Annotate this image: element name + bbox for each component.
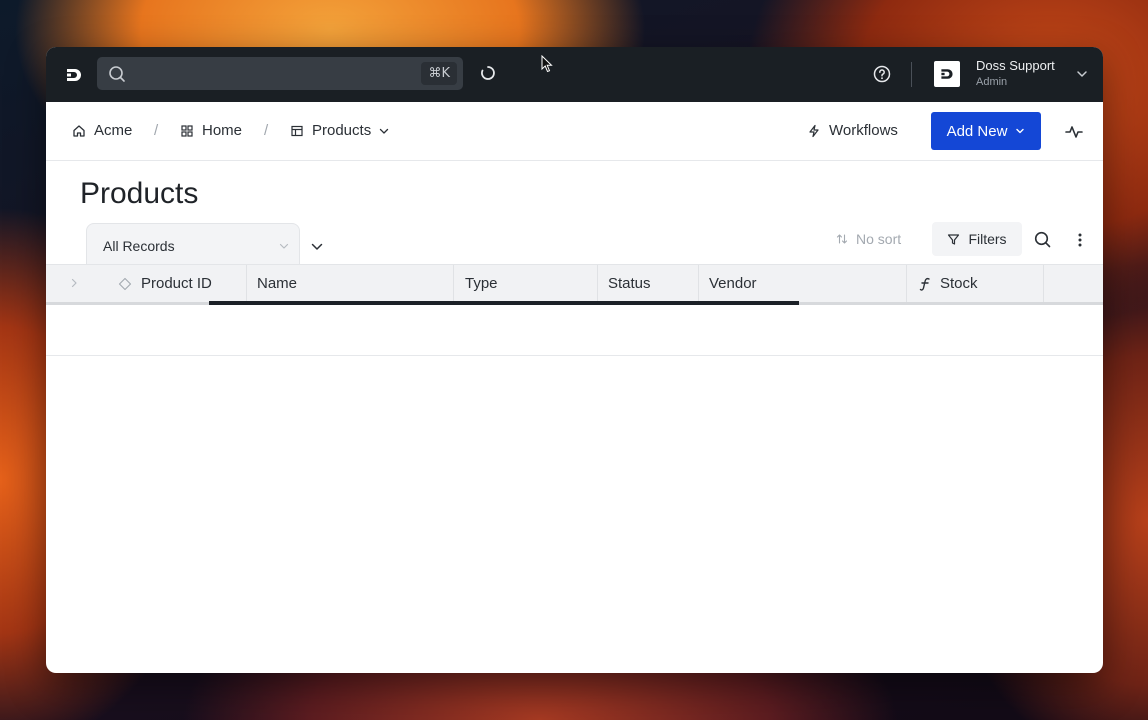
breadcrumb-separator: / (154, 122, 159, 139)
more-options-icon[interactable] (1077, 232, 1083, 248)
column-label: Vendor (709, 275, 757, 292)
column-label: Stock (940, 275, 978, 292)
workflows-button[interactable]: Workflows (807, 122, 898, 139)
column-header-stock[interactable]: Stock (919, 265, 978, 302)
column-label: Status (608, 275, 651, 292)
page-title: Products (80, 177, 199, 210)
chevron-down-icon (380, 128, 389, 134)
diamond-icon (118, 277, 132, 290)
chevron-down-icon (279, 243, 289, 249)
breadcrumb-item-products[interactable]: Products (290, 122, 389, 139)
help-icon[interactable] (873, 65, 891, 83)
activity-icon[interactable] (1065, 123, 1083, 141)
workflows-label: Workflows (829, 122, 898, 139)
breadcrumb-bar: Acme / Home / Products Workflows Add New (46, 102, 1103, 161)
table-row (46, 304, 1103, 356)
search-icon[interactable] (1034, 231, 1051, 248)
column-header-status[interactable]: Status (608, 265, 651, 302)
org-logo-icon (941, 69, 953, 79)
breadcrumb-label: Acme (94, 122, 133, 139)
sort-button[interactable]: No sort (836, 231, 901, 247)
filter-icon (948, 233, 960, 245)
column-divider[interactable] (597, 265, 598, 302)
global-search[interactable]: ⌘K (97, 57, 463, 90)
column-header-vendor[interactable]: Vendor (709, 265, 757, 302)
sort-label: No sort (856, 231, 902, 247)
column-header-name[interactable]: Name (257, 265, 297, 302)
view-selector-label: All Records (103, 238, 175, 254)
column-divider[interactable] (246, 265, 247, 302)
breadcrumb-label: Home (202, 122, 243, 139)
column-label: Name (257, 275, 298, 292)
search-icon (109, 66, 125, 82)
column-label: Product ID (141, 275, 212, 292)
breadcrumb-label: Products (312, 122, 372, 139)
chevron-right-icon[interactable] (69, 278, 79, 288)
chevron-down-icon (1016, 128, 1025, 134)
breadcrumb-item-home[interactable]: Home (180, 122, 242, 139)
column-header-product-id[interactable]: Product ID (118, 265, 212, 302)
breadcrumb-item-acme[interactable]: Acme (72, 122, 132, 139)
filters-button[interactable]: Filters (932, 222, 1022, 256)
chevron-down-icon[interactable] (310, 240, 324, 254)
column-header-type[interactable]: Type (465, 265, 498, 302)
search-shortcut-badge: ⌘K (421, 62, 457, 85)
avatar[interactable] (934, 61, 960, 87)
column-divider[interactable] (906, 265, 907, 302)
topbar-divider (911, 62, 912, 87)
grid-icon (181, 124, 193, 137)
loading-spinner-icon (481, 66, 495, 80)
breadcrumb-separator: / (264, 122, 269, 139)
function-icon (919, 277, 930, 291)
add-new-label: Add New (946, 122, 1008, 140)
add-new-button[interactable]: Add New (931, 112, 1041, 150)
filters-label: Filters (968, 231, 1007, 247)
mouse-cursor-icon (541, 55, 553, 73)
app-logo-icon[interactable] (64, 65, 84, 85)
chevron-down-icon[interactable] (1076, 68, 1088, 80)
home-icon (73, 124, 85, 137)
user-role: Admin (976, 76, 1008, 88)
user-name[interactable]: Doss Support (976, 58, 1055, 73)
column-divider[interactable] (1043, 265, 1044, 302)
view-selector[interactable]: All Records (86, 223, 300, 266)
table-header: Product ID Name Type Status Vendor Stock (46, 264, 1103, 305)
column-label: Type (465, 275, 498, 292)
table-icon (291, 125, 303, 136)
top-bar: ⌘K Doss Support Admin (46, 47, 1103, 102)
column-divider[interactable] (453, 265, 454, 302)
sort-icon (836, 234, 848, 244)
app-window: ⌘K Doss Support Admin Acme / Home / Prod… (46, 47, 1103, 673)
column-divider[interactable] (698, 265, 699, 302)
lightning-icon (809, 124, 819, 137)
